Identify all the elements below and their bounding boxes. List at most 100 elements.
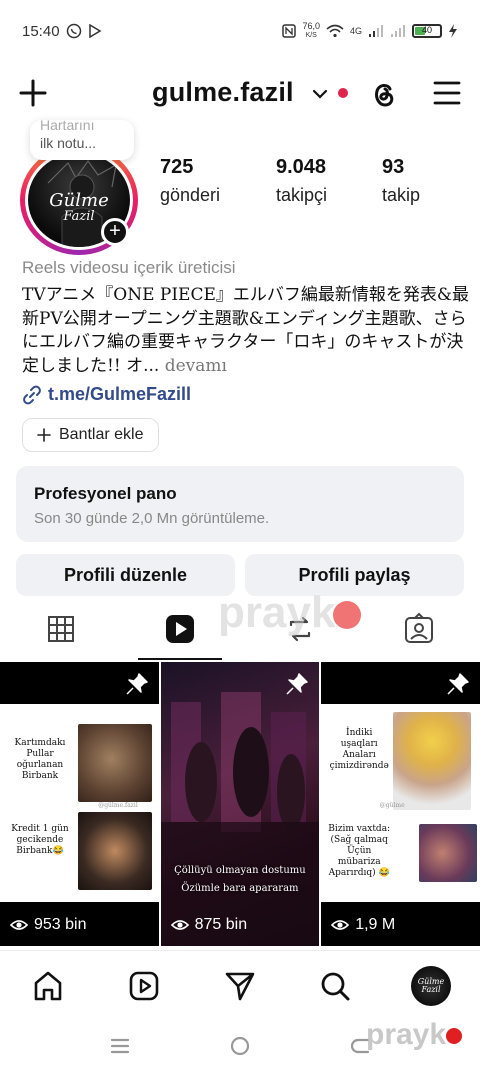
plus-small-icon [37, 428, 51, 442]
battery-percent: 40 [421, 25, 432, 35]
search-icon[interactable] [318, 969, 352, 1003]
charging-icon [449, 24, 457, 38]
nav-avatar-text2: Fazil [421, 985, 441, 994]
signal-icon-2 [391, 25, 405, 37]
tagged-icon[interactable] [402, 612, 436, 646]
avatar-text-line1: Gülme [49, 190, 109, 211]
pro-dashboard-title: Profesyonel pano [34, 484, 177, 503]
battery-icon: 40 [412, 24, 442, 38]
stat-following-label: takip [382, 185, 421, 205]
meme-caption-bottom: Kredit 1 gün gecikende Birbank😂 [11, 824, 69, 856]
add-highlights-label: Bantlar ekle [59, 426, 144, 443]
bio-more-link[interactable]: devamı [165, 356, 227, 376]
recent-apps-icon[interactable] [108, 1034, 132, 1058]
wifi-icon [326, 24, 344, 38]
meme-photo-top [78, 724, 152, 802]
network-type: 4G [349, 26, 362, 36]
pro-dashboard-subtitle: Son 30 günde 2,0 Mn görüntüleme. [34, 510, 270, 527]
meme-caption-top: İndiki uşaqları Anaları çimizdirəndə [329, 728, 389, 771]
add-highlights-chip[interactable]: Bantlar ekle [22, 418, 159, 452]
profile-header: gulme.fazil [0, 66, 480, 122]
meme-photo-top [393, 712, 472, 810]
profile-category: Reels videosu içerik üreticisi [22, 258, 236, 277]
reel-views: 1,9 M [331, 916, 395, 934]
stat-posts[interactable]: 725 gönderi [160, 156, 220, 206]
reel-thumbnail[interactable]: Kartımdakı Pullar oğurlanan Birbank @gül… [0, 662, 159, 946]
reel-views-count: 875 bin [194, 916, 248, 933]
edit-profile-button[interactable]: Profili düzenle [16, 554, 235, 596]
status-time: 15:40 [22, 22, 60, 40]
note-line1: Hartarını [40, 120, 95, 133]
watermark-corner-dot [446, 1028, 463, 1045]
reels-nav-icon[interactable] [127, 969, 161, 1003]
watermark-center: prayk [218, 588, 362, 638]
stat-following[interactable]: 93 takip [382, 156, 420, 206]
reel-video-frame [160, 662, 320, 946]
whatsapp-icon [66, 23, 81, 39]
professional-dashboard[interactable]: Profesyonel pano Son 30 günde 2,0 Mn gör… [16, 466, 464, 542]
active-tab-indicator [138, 658, 222, 660]
link-icon [23, 385, 41, 404]
profile-nav-avatar[interactable]: Gülme Fazil [411, 966, 451, 1006]
net-speed-unit: K/S [305, 32, 317, 39]
note-line2: ilk notu... [40, 135, 97, 151]
username-title[interactable]: gulme.fazil [152, 77, 294, 108]
direct-messages-icon[interactable] [223, 969, 257, 1003]
chevron-down-icon[interactable] [312, 86, 328, 102]
profile-bio: TVアニメ『ONE PIECE』エルバフ編最新情報を発表&最新PV公開オープニン… [22, 284, 472, 378]
grid-icon[interactable] [44, 612, 78, 646]
play-store-icon [88, 24, 102, 38]
meme-photo-bottom [78, 812, 152, 890]
meme-photo-bottom [419, 824, 478, 882]
add-story-button[interactable]: + [101, 218, 129, 246]
club-scene-image [160, 692, 319, 946]
meme-caption-top: Kartımdakı Pullar oğurlanan Birbank [14, 738, 66, 781]
watermark-corner: prayk [366, 1018, 463, 1052]
note-bubble[interactable]: Hartarını ilk notu... [30, 120, 134, 160]
home-icon[interactable] [31, 969, 65, 1003]
hamburger-menu-icon[interactable] [432, 78, 462, 108]
watermark-text: prayk [218, 588, 336, 637]
net-speed: 76,0 K/S [302, 22, 320, 40]
pin-icon [447, 673, 469, 695]
stat-following-value: 93 [382, 156, 405, 178]
plus-icon[interactable] [16, 76, 50, 110]
stat-posts-label: gönderi [160, 185, 221, 205]
eye-icon [10, 920, 28, 930]
signal-icon [369, 25, 383, 37]
meme-caption-bottom: Bizim vaxtda: (Sağ qalmaq Üçün mübariza … [328, 824, 391, 878]
reel-meme: İndiki uşaqları Anaları çimizdirəndə @gü… [321, 704, 480, 902]
reel-views-count: 1,9 M [355, 916, 396, 933]
meme-tag: @gülme.fazil [98, 802, 138, 809]
pin-icon [126, 673, 148, 695]
nfc-icon [282, 24, 297, 38]
watermark-corner-text: prayk [366, 1018, 447, 1051]
stat-posts-value: 725 [160, 156, 194, 178]
eye-icon [331, 920, 350, 930]
bio-text: TVアニメ『ONE PIECE』エルバフ編最新情報を発表&最新PV公開オープニン… [22, 285, 470, 376]
threads-icon[interactable] [368, 78, 400, 110]
reel-views: 875 bin [170, 916, 248, 934]
stat-followers-value: 9.048 [276, 156, 327, 178]
stat-followers-label: takipçi [276, 185, 328, 205]
reel-views: 953 bin [10, 916, 87, 934]
bottom-nav: Gülme Fazil [0, 950, 480, 1024]
reel-meme: Kartımdakı Pullar oğurlanan Birbank @gül… [0, 704, 159, 902]
reels-icon[interactable] [163, 612, 197, 646]
notification-dot [338, 88, 348, 98]
net-speed-value: 76,0 [302, 21, 320, 31]
meme-tag: @gülme [379, 802, 405, 809]
pin-icon [286, 673, 308, 695]
reels-grid: Kartımdakı Pullar oğurlanan Birbank @gül… [0, 662, 480, 946]
profile-link-text: t.me/GulmeFazill [48, 384, 192, 404]
eye-icon [170, 920, 189, 930]
home-button-icon[interactable] [228, 1034, 252, 1058]
reel-thumbnail[interactable]: Çöllüyü olmayan dostumu Özümle bara apar… [160, 662, 320, 946]
profile-link[interactable]: t.me/GulmeFazill [22, 384, 191, 405]
watermark-dot [333, 601, 362, 630]
stat-followers[interactable]: 9.048 takipçi [276, 156, 327, 206]
reel-thumbnail[interactable]: İndiki uşaqları Anaları çimizdirəndə @gü… [321, 662, 480, 946]
status-bar: 15:40 76,0 K/S 4G 40 [0, 0, 480, 62]
system-nav-bar: prayk [0, 1018, 480, 1070]
reel-views-count: 953 bin [34, 916, 87, 933]
